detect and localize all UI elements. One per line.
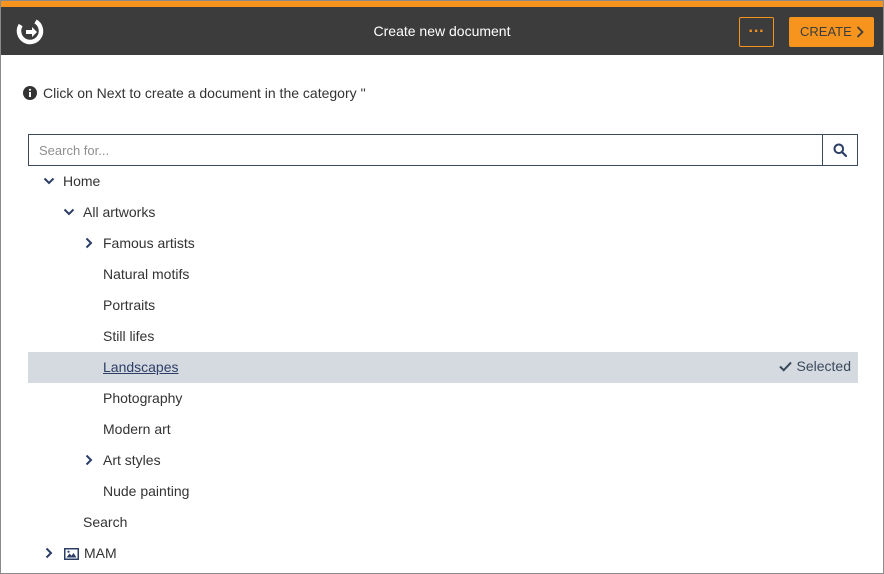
tree-item-label: Modern art <box>103 421 171 437</box>
tree-item-label: Home <box>63 173 101 189</box>
dialog-header: Create new document ··· CREATE <box>1 7 883 55</box>
search-icon <box>833 143 847 157</box>
chevron-right-icon <box>856 26 864 38</box>
tree-item-mam[interactable]: MAM <box>28 538 858 569</box>
more-options-button[interactable]: ··· <box>739 17 774 47</box>
tree-item-label: Art styles <box>103 452 161 468</box>
chevron-down-icon[interactable] <box>43 175 55 187</box>
tree-item-home[interactable]: Home <box>28 166 858 197</box>
tree-item-nude-painting[interactable]: Nude painting <box>28 476 858 507</box>
chevron-down-icon[interactable] <box>63 206 75 218</box>
app-logo-icon <box>16 17 44 45</box>
tree-item-search[interactable]: Search <box>28 507 858 538</box>
tree-item-modern-art[interactable]: Modern art <box>28 414 858 445</box>
selected-status: Selected <box>778 352 851 380</box>
info-text: Click on Next to create a document in th… <box>43 85 366 101</box>
info-message: Click on Next to create a document in th… <box>23 83 366 103</box>
tree-item-label: Search <box>83 514 128 530</box>
tree-item-famous-artists[interactable]: Famous artists <box>28 228 858 259</box>
tree-item-still-lifes[interactable]: Still lifes <box>28 321 858 352</box>
tree-item-label: MAM <box>84 545 117 561</box>
search-input[interactable] <box>29 135 822 165</box>
chevron-right-icon[interactable] <box>43 547 55 559</box>
create-document-dialog: Create new document ··· CREATE Click on … <box>0 0 884 574</box>
tree-item-natural-motifs[interactable]: Natural motifs <box>28 259 858 290</box>
create-button[interactable]: CREATE <box>789 17 874 47</box>
tree-item-all-artworks[interactable]: All artworks <box>28 197 858 228</box>
selected-label: Selected <box>796 358 851 374</box>
tree-item-label: Famous artists <box>103 235 195 251</box>
tree-item-label: Photography <box>103 390 183 406</box>
tree-item-label: Natural motifs <box>103 266 190 282</box>
search-box <box>28 134 858 166</box>
tree-item-label: Nude painting <box>103 483 190 499</box>
search-button[interactable] <box>822 135 857 165</box>
tree-item-label[interactable]: Landscapes <box>103 352 179 383</box>
tree-item-photography[interactable]: Photography <box>28 383 858 414</box>
create-button-label: CREATE <box>800 24 852 39</box>
chevron-right-icon[interactable] <box>83 237 95 249</box>
tree-item-landscapes[interactable]: Landscapes Selected <box>28 352 858 383</box>
tree-item-portraits[interactable]: Portraits <box>28 290 858 321</box>
tree-item-art-styles[interactable]: Art styles <box>28 445 858 476</box>
checkmark-icon <box>778 361 792 372</box>
tree-item-label: Portraits <box>103 297 156 313</box>
image-icon <box>64 548 79 560</box>
tree-item-label: Still lifes <box>103 328 155 344</box>
chevron-right-icon[interactable] <box>83 454 95 466</box>
tree-item-label: All artworks <box>83 204 156 220</box>
info-icon <box>23 86 37 100</box>
